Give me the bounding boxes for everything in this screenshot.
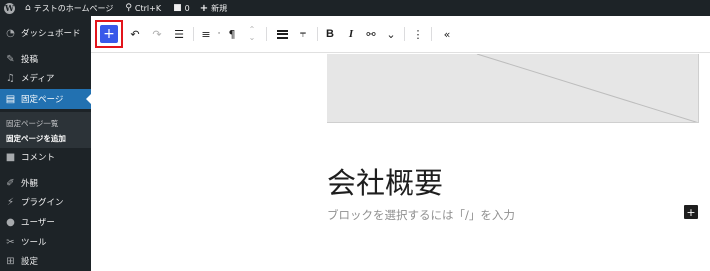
command-search[interactable]: ⚲ Ctrl+K (117, 0, 165, 16)
redo-button[interactable]: ↷ (149, 24, 165, 44)
plus-icon: + (199, 2, 209, 14)
more-formatting-button[interactable]: ⌄ (384, 24, 398, 44)
menu-item-label: プラグイン (21, 198, 64, 208)
image-block-placeholder[interactable] (327, 54, 699, 123)
plugin-icon: ⚡ (6, 196, 15, 208)
menu-item-users[interactable]: ● ユーザー (0, 212, 91, 232)
menu-item-label: ユーザー (21, 218, 55, 228)
italic-button[interactable]: I (343, 24, 359, 44)
admin-sidebar: ◔ ダッシュボード ✎ 投稿 ♫ メディア ▤ 固定ページ 固定ページ一覧 固定… (0, 16, 91, 271)
block-type-button[interactable]: ≡ (198, 24, 214, 44)
site-name-label: テストのホームページ (33, 3, 114, 13)
block-options-button[interactable]: ⋮ (411, 24, 425, 44)
submenu-all-pages[interactable]: 固定ページ一覧 (6, 118, 58, 129)
brush-icon: ✐ (6, 177, 15, 189)
menu-item-appearance[interactable]: ✐ 外観 (0, 173, 91, 193)
chevron-down-icon[interactable]: ⌄ (249, 34, 256, 42)
menu-item-comments[interactable]: ■ コメント (0, 147, 91, 167)
page-heading[interactable]: 会社概要 (327, 160, 443, 202)
inserter-highlight: + (95, 20, 123, 48)
comments-count: 0 (184, 3, 190, 13)
comment-bubble-icon: ■ (173, 3, 182, 13)
menu-item-label: ダッシュボード (21, 29, 81, 39)
align-wide-icon (276, 29, 288, 39)
pages-submenu: 固定ページ一覧 固定ページを追加 (0, 112, 91, 148)
search-shortcut-label: Ctrl+K (134, 3, 162, 13)
menu-item-dashboard[interactable]: ◔ ダッシュボード (0, 23, 91, 43)
bold-button[interactable]: B (322, 24, 338, 44)
menu-item-label: メディア (21, 74, 55, 84)
editor-toolbar: + ↶ ↷ ☰ ≡ · ¶ ⌃ ⌄ ⫧ B I ⚯ ⌄ ⋮ « (91, 16, 710, 53)
menu-item-tools[interactable]: ✂ ツール (0, 232, 91, 252)
placeholder-diagonal-icon (476, 54, 698, 122)
media-icon: ♫ (6, 72, 15, 84)
menu-item-label: 固定ページ (21, 95, 64, 105)
wp-logo-menu[interactable]: W (0, 0, 19, 16)
link-button[interactable]: ⚯ (363, 24, 379, 44)
document-overview-button[interactable]: ☰ (171, 24, 187, 44)
wrench-icon: ✂ (6, 236, 15, 248)
align-text-button[interactable]: ⫧ (295, 24, 311, 44)
undo-button[interactable]: ↶ (127, 24, 143, 44)
align-block-button[interactable] (274, 24, 290, 44)
menu-item-label: 外観 (21, 179, 39, 189)
dashboard-icon: ◔ (6, 27, 15, 39)
new-label: 新規 (211, 3, 228, 13)
toolbar-divider (404, 27, 405, 41)
menu-item-settings[interactable]: ⊞ 設定 (0, 251, 91, 271)
home-icon: ⌂ (25, 3, 31, 13)
drag-handle-icon[interactable]: · (215, 24, 223, 44)
pin-icon: ✎ (6, 53, 15, 65)
editor-canvas: 会社概要 ブロックを選択するには「/」を入力 + (91, 54, 710, 271)
paragraph-icon: ¶ (228, 27, 236, 41)
align-left-icon: ⫧ (299, 27, 307, 40)
menu-item-plugins[interactable]: ⚡ プラグイン (0, 192, 91, 212)
collapse-toolbar-button[interactable]: « (439, 24, 455, 44)
add-block-button[interactable]: + (684, 205, 698, 219)
admin-bar: W ⌂ テストのホームページ ⚲ Ctrl+K ■ 0 + 新規 (0, 0, 710, 16)
block-inserter-button[interactable]: + (100, 25, 118, 43)
toolbar-divider (431, 27, 432, 41)
submenu-add-page[interactable]: 固定ページを追加 (6, 133, 66, 144)
menu-item-media[interactable]: ♫ メディア (0, 68, 91, 88)
menu-item-label: ツール (21, 238, 47, 248)
wordpress-logo-icon: W (4, 2, 15, 14)
toolbar-divider (193, 27, 194, 41)
comment-icon: ■ (5, 151, 16, 163)
site-name-link[interactable]: ⌂ テストのホームページ (19, 0, 117, 16)
search-icon: ⚲ (125, 3, 132, 13)
toolbar-divider (317, 27, 318, 41)
menu-item-label: コメント (21, 153, 56, 163)
settings-icon: ⊞ (6, 255, 15, 267)
menu-item-label: 投稿 (21, 55, 39, 65)
toolbar-divider (266, 27, 267, 41)
paragraph-placeholder[interactable]: ブロックを選択するには「/」を入力 (327, 207, 515, 223)
menu-item-pages[interactable]: ▤ 固定ページ (0, 89, 91, 109)
comments-link[interactable]: ■ 0 (165, 0, 194, 16)
move-up-down-button[interactable]: ⌃ ⌄ (245, 24, 259, 44)
new-content-link[interactable]: + 新規 (194, 0, 231, 16)
menu-item-label: 設定 (21, 257, 39, 267)
user-icon: ● (6, 216, 15, 228)
menu-item-posts[interactable]: ✎ 投稿 (0, 49, 91, 69)
page-icon: ▤ (5, 93, 16, 105)
